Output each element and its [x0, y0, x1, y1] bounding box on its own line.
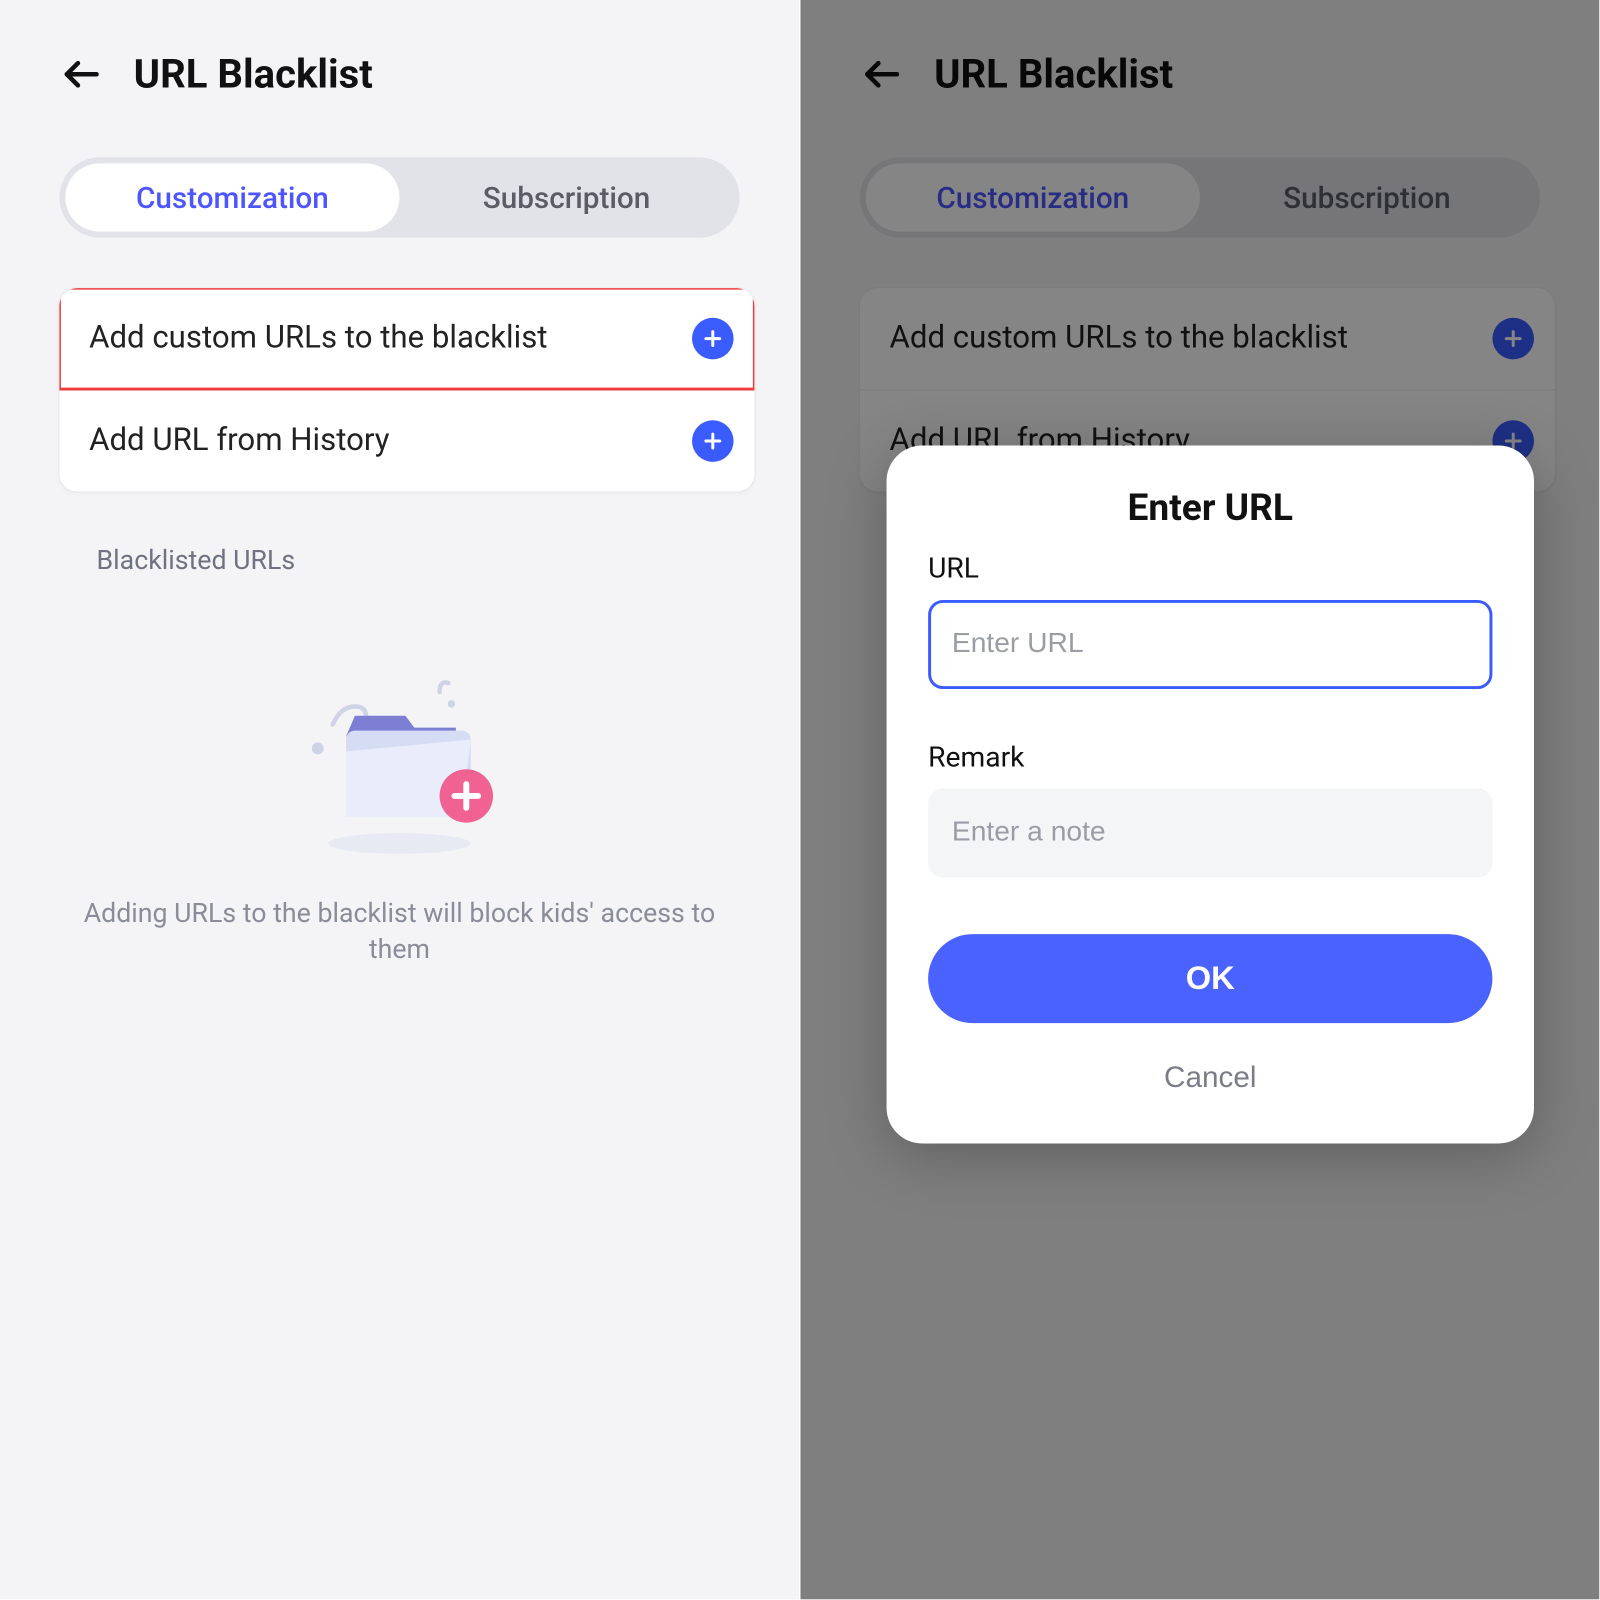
plus-icon[interactable] — [692, 318, 734, 360]
empty-state-text: Adding URLs to the blacklist will block … — [80, 897, 719, 969]
page-title: URL Blacklist — [134, 50, 373, 98]
row-add-custom-url[interactable]: Add custom URLs to the blacklist — [59, 288, 754, 389]
blacklisted-urls-heading: Blacklisted URLs — [0, 492, 799, 577]
tab-label: Subscription — [483, 180, 651, 216]
tab-subscription[interactable]: Subscription — [399, 163, 733, 231]
header: URL Blacklist — [0, 0, 799, 128]
remark-field-label: Remark — [928, 740, 1492, 774]
cancel-button-label: Cancel — [1164, 1062, 1256, 1095]
row-label: Add custom URLs to the blacklist — [89, 321, 547, 357]
empty-folder-icon — [273, 665, 525, 858]
ok-button-label: OK — [1186, 959, 1235, 996]
enter-url-modal: Enter URL URL Remark OK Cancel — [887, 446, 1534, 1144]
actions-card: Add custom URLs to the blacklist Add URL… — [59, 288, 754, 491]
segmented-control: Customization Subscription — [0, 128, 799, 253]
plus-icon[interactable] — [692, 420, 734, 462]
remark-input[interactable] — [928, 789, 1492, 878]
tab-label: Customization — [136, 180, 329, 216]
back-arrow-icon[interactable] — [59, 52, 104, 97]
ok-button[interactable]: OK — [928, 934, 1492, 1023]
cancel-button[interactable]: Cancel — [928, 1053, 1492, 1105]
tab-customization[interactable]: Customization — [65, 163, 399, 231]
url-field-label: URL — [928, 551, 1492, 585]
modal-title: Enter URL — [928, 487, 1492, 530]
url-input[interactable] — [928, 600, 1492, 689]
row-add-from-history[interactable]: Add URL from History — [59, 389, 754, 491]
screen-left: URL Blacklist Customization Subscription… — [0, 0, 800, 1599]
screen-right: URL Blacklist Customization Subscription… — [800, 0, 1599, 1599]
empty-state: Adding URLs to the blacklist will block … — [0, 576, 799, 969]
row-label: Add URL from History — [89, 423, 389, 459]
